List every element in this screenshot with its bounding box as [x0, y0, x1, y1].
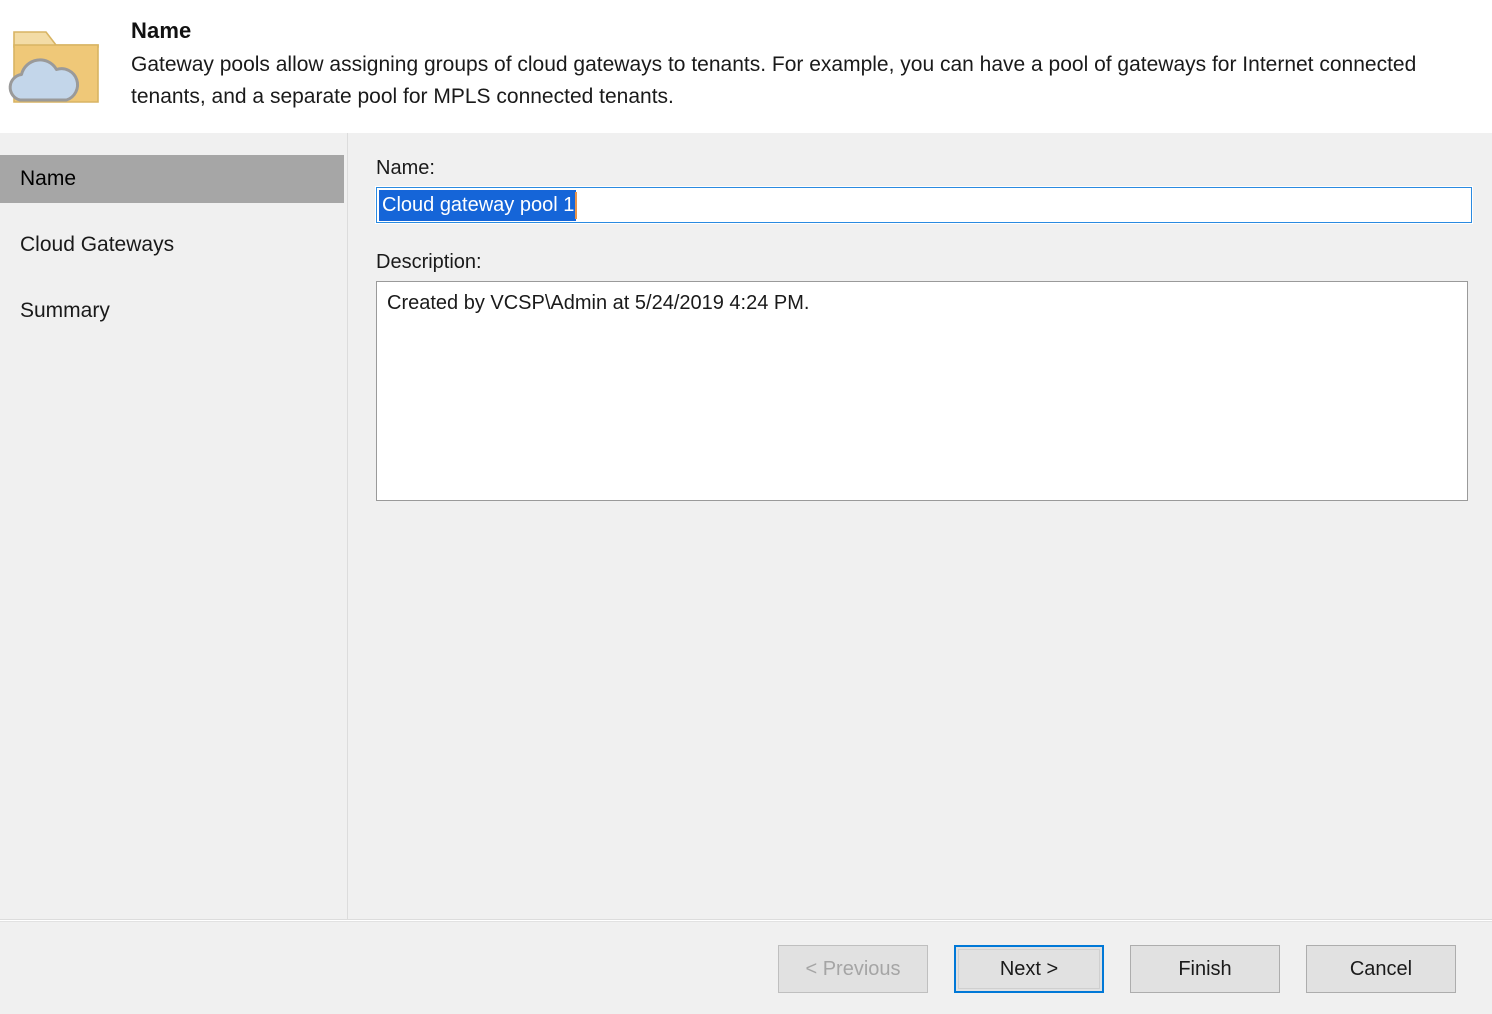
text-caret — [575, 191, 578, 219]
sidebar-item-label: Name — [20, 167, 77, 190]
sidebar-item-label: Cloud Gateways — [20, 233, 175, 256]
footer-button-row: < Previous Next > Finish Cancel — [778, 945, 1456, 993]
description-textarea[interactable]: Created by VCSP\Admin at 5/24/2019 4:24 … — [376, 281, 1468, 501]
next-button-label: Next > — [999, 957, 1059, 980]
page-title: Name — [131, 18, 192, 43]
folder-cloud-icon — [6, 14, 110, 118]
wizard-dialog: Name Gateway pools allow assigning group… — [0, 0, 1492, 1014]
cancel-button-label: Cancel — [1349, 957, 1413, 980]
finish-button-label: Finish — [1178, 957, 1232, 980]
wizard-header: Name Gateway pools allow assigning group… — [0, 0, 1492, 133]
finish-button[interactable]: Finish — [1130, 945, 1280, 993]
sidebar-item-cloud-gateways[interactable]: Cloud Gateways — [0, 221, 347, 269]
name-field-label: Name: — [376, 157, 435, 179]
wizard-body: Name Cloud Gateways Summary Name: Cloud … — [0, 133, 1492, 920]
header-text-block: Name Gateway pools allow assigning group… — [131, 16, 1472, 113]
name-input-value: Cloud gateway pool 1 — [379, 189, 577, 221]
wizard-footer: < Previous Next > Finish Cancel — [0, 919, 1492, 1014]
name-input[interactable]: Cloud gateway pool 1 — [375, 186, 1473, 224]
sidebar-item-name[interactable]: Name — [0, 155, 344, 203]
next-button[interactable]: Next > — [954, 945, 1104, 993]
sidebar-item-label: Summary — [20, 299, 110, 322]
previous-button[interactable]: < Previous — [778, 945, 928, 993]
page-description: Gateway pools allow assigning groups of … — [131, 53, 1417, 108]
wizard-content-pane: Name: Cloud gateway pool 1 Description: … — [348, 133, 1492, 920]
cancel-button[interactable]: Cancel — [1306, 945, 1456, 993]
description-field-label: Description: — [376, 251, 482, 273]
previous-button-label: < Previous — [805, 957, 901, 980]
sidebar-item-summary[interactable]: Summary — [0, 287, 347, 335]
description-value: Created by VCSP\Admin at 5/24/2019 4:24 … — [387, 292, 810, 314]
wizard-step-nav: Name Cloud Gateways Summary — [0, 133, 348, 920]
